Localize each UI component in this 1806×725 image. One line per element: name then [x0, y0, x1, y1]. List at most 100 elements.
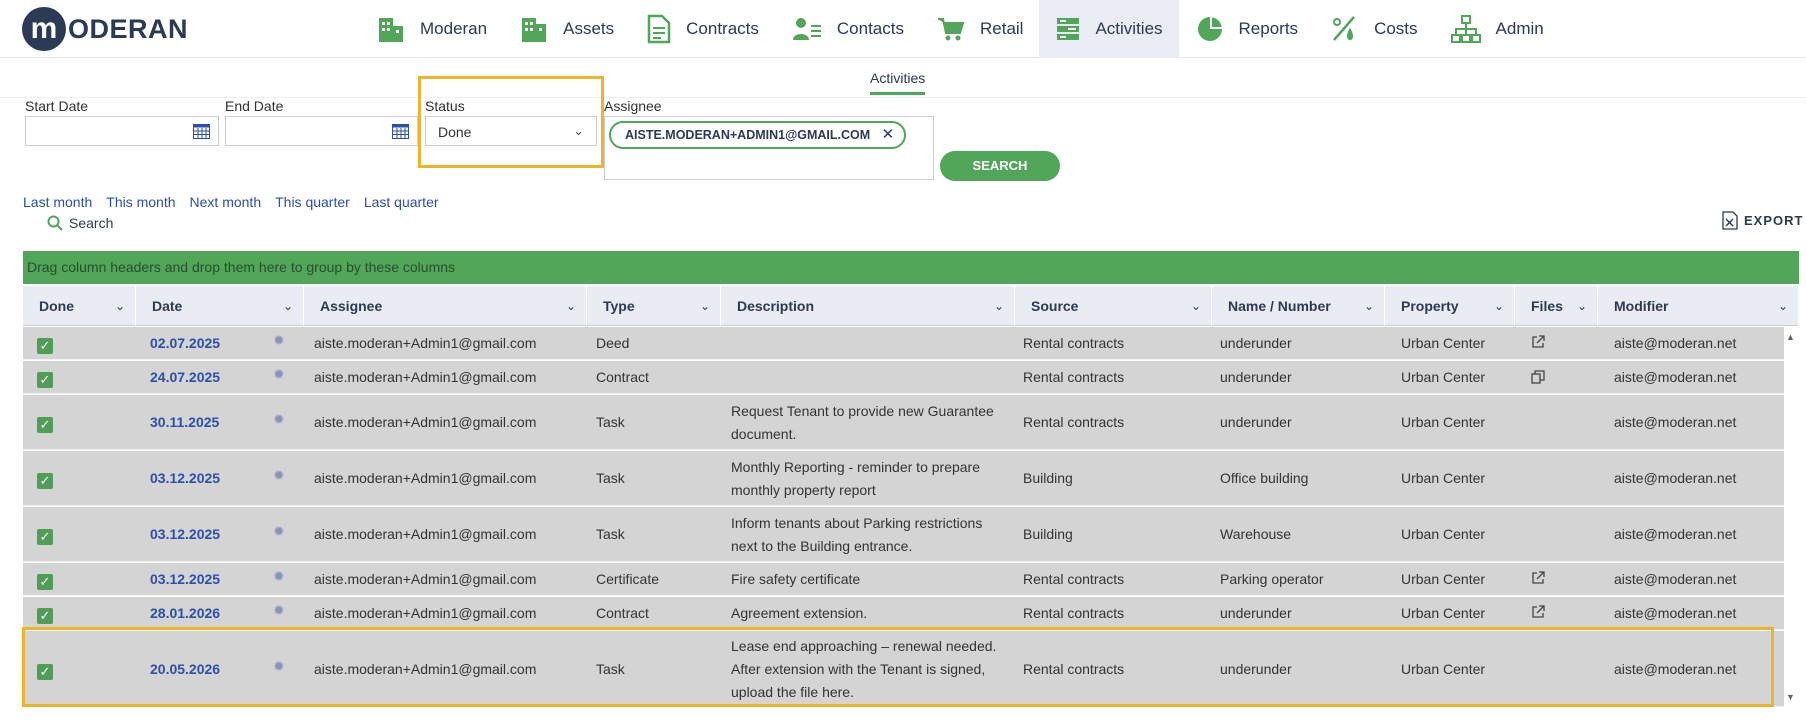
column-header-done[interactable]: Done ⌄: [23, 286, 136, 326]
search-button[interactable]: SEARCH: [940, 151, 1060, 181]
external-link-icon[interactable]: [1531, 335, 1545, 349]
remove-chip-icon[interactable]: ✕: [882, 123, 895, 147]
gear-icon[interactable]: ✹: [273, 523, 285, 540]
table-row[interactable]: ✓ 03.12.2025 ✹ aiste.moderan+Admin1@gmai…: [23, 563, 1784, 596]
external-link-icon[interactable]: [1531, 605, 1545, 619]
status-select[interactable]: Done ⌄: [425, 116, 597, 146]
link-last-month[interactable]: Last month: [23, 194, 92, 210]
modifier-cell: aiste@moderan.net: [1614, 414, 1737, 430]
date-link[interactable]: 03.12.2025: [150, 467, 220, 490]
nav-item-moderan[interactable]: Moderan: [360, 0, 503, 58]
column-header-property[interactable]: Property ⌄: [1385, 286, 1515, 326]
assignee-multiselect[interactable]: AISTE.MODERAN+ADMIN1@GMAIL.COM ✕: [604, 116, 934, 180]
table-row[interactable]: ✓ 02.07.2025 ✹ aiste.moderan+Admin1@gmai…: [23, 327, 1784, 360]
gear-icon[interactable]: ✹: [273, 467, 285, 484]
assignee-chip[interactable]: AISTE.MODERAN+ADMIN1@GMAIL.COM ✕: [609, 121, 907, 149]
nav-item-assets[interactable]: Assets: [503, 0, 630, 58]
nav-item-costs[interactable]: Costs: [1314, 0, 1433, 58]
modifier-cell: aiste@moderan.net: [1614, 526, 1737, 542]
calendar-icon[interactable]: [392, 124, 409, 139]
table-row[interactable]: ✓ 28.01.2026 ✹ aiste.moderan+Admin1@gmai…: [23, 597, 1784, 630]
name-number-cell: Warehouse: [1220, 526, 1292, 542]
done-checkbox[interactable]: ✓: [37, 338, 53, 354]
nav-item-contracts[interactable]: Contracts: [630, 0, 775, 58]
column-header-assignee[interactable]: Assignee ⌄: [304, 286, 587, 326]
property-cell: Urban Center: [1401, 571, 1486, 587]
done-checkbox[interactable]: ✓: [37, 529, 53, 545]
source-cell: Rental contracts: [1023, 414, 1125, 430]
gear-icon[interactable]: ✹: [273, 411, 285, 428]
calendar-icon[interactable]: [193, 124, 210, 139]
date-link[interactable]: 28.01.2026: [150, 602, 220, 625]
modifier-cell: aiste@moderan.net: [1614, 571, 1737, 587]
nav-item-activities[interactable]: Activities: [1039, 0, 1179, 58]
chevron-down-icon[interactable]: ⌄: [566, 286, 576, 326]
status-value: Done: [438, 124, 472, 140]
type-cell: Task: [596, 526, 625, 542]
chevron-down-icon[interactable]: ⌄: [1494, 286, 1504, 326]
buildings-icon: [522, 18, 547, 42]
group-by-drop-zone[interactable]: Drag column headers and drop them here t…: [23, 251, 1799, 284]
nav-item-reports[interactable]: Reports: [1179, 0, 1315, 58]
done-checkbox[interactable]: ✓: [37, 372, 53, 388]
scroll-down-arrow[interactable]: ▼: [1786, 692, 1795, 702]
chevron-down-icon[interactable]: ⌄: [1191, 286, 1201, 326]
nav-item-contacts[interactable]: Contacts: [775, 0, 920, 58]
cart-icon: [937, 18, 965, 41]
gear-icon[interactable]: ✹: [273, 568, 285, 585]
table-row[interactable]: ✓ 24.07.2025 ✹ aiste.moderan+Admin1@gmai…: [23, 361, 1784, 394]
link-last-quarter[interactable]: Last quarter: [364, 194, 439, 210]
column-header-type[interactable]: Type ⌄: [587, 286, 721, 326]
chevron-down-icon[interactable]: ⌄: [700, 286, 710, 326]
assignee-cell: aiste.moderan+Admin1@gmail.com: [314, 605, 537, 621]
chevron-down-icon[interactable]: ⌄: [1778, 286, 1788, 326]
date-link[interactable]: 03.12.2025: [150, 523, 220, 546]
link-this-month[interactable]: This month: [106, 194, 175, 210]
done-checkbox[interactable]: ✓: [37, 473, 53, 489]
modifier-cell: aiste@moderan.net: [1614, 605, 1737, 621]
column-header-name-number[interactable]: Name / Number ⌄: [1212, 286, 1385, 326]
column-header-date[interactable]: Date ⌄: [136, 286, 304, 326]
copy-icon[interactable]: [1531, 370, 1545, 384]
chevron-down-icon[interactable]: ⌄: [1577, 286, 1587, 326]
table-row[interactable]: ✓ 03.12.2025 ✹ aiste.moderan+Admin1@gmai…: [23, 451, 1784, 506]
end-date-input[interactable]: [225, 116, 418, 146]
link-next-month[interactable]: Next month: [190, 194, 262, 210]
chevron-down-icon[interactable]: ⌄: [1364, 286, 1374, 326]
start-date-input[interactable]: [25, 116, 219, 146]
date-link[interactable]: 30.11.2025: [150, 411, 219, 434]
type-cell: Certificate: [596, 571, 660, 587]
column-header-modifier[interactable]: Modifier ⌄: [1598, 286, 1799, 326]
tab-activities[interactable]: Activities: [870, 70, 926, 95]
source-cell: Building: [1023, 526, 1073, 542]
nav-label: Assets: [563, 19, 615, 38]
search-link[interactable]: Search: [47, 215, 113, 231]
column-header-source[interactable]: Source ⌄: [1015, 286, 1212, 326]
table-row[interactable]: ✓ 03.12.2025 ✹ aiste.moderan+Admin1@gmai…: [23, 507, 1784, 562]
export-button[interactable]: EXPORT: [1722, 211, 1803, 230]
chevron-down-icon[interactable]: ⌄: [283, 286, 293, 326]
scroll-up-arrow[interactable]: ▲: [1786, 332, 1795, 342]
start-date-label: Start Date: [25, 98, 89, 114]
property-cell: Urban Center: [1401, 470, 1486, 486]
link-this-quarter[interactable]: This quarter: [275, 194, 350, 210]
gear-icon[interactable]: ✹: [273, 332, 285, 349]
date-link[interactable]: 02.07.2025: [150, 332, 220, 355]
gear-icon[interactable]: ✹: [273, 602, 285, 619]
column-header-files[interactable]: Files ⌄: [1515, 286, 1598, 326]
external-link-icon[interactable]: [1531, 571, 1545, 585]
done-checkbox[interactable]: ✓: [37, 608, 53, 624]
done-checkbox[interactable]: ✓: [37, 417, 53, 433]
chevron-down-icon[interactable]: ⌄: [994, 286, 1004, 326]
property-cell: Urban Center: [1401, 414, 1486, 430]
moderan-logo[interactable]: m ODERAN: [22, 7, 188, 51]
date-link[interactable]: 24.07.2025: [150, 366, 220, 389]
column-header-description[interactable]: Description ⌄: [721, 286, 1015, 326]
chevron-down-icon[interactable]: ⌄: [115, 286, 125, 326]
nav-item-admin[interactable]: Admin: [1434, 0, 1560, 58]
done-checkbox[interactable]: ✓: [37, 574, 53, 590]
gear-icon[interactable]: ✹: [273, 366, 285, 383]
date-link[interactable]: 03.12.2025: [150, 568, 220, 591]
nav-item-retail[interactable]: Retail: [920, 0, 1039, 58]
table-row[interactable]: ✓ 30.11.2025 ✹ aiste.moderan+Admin1@gmai…: [23, 395, 1784, 450]
